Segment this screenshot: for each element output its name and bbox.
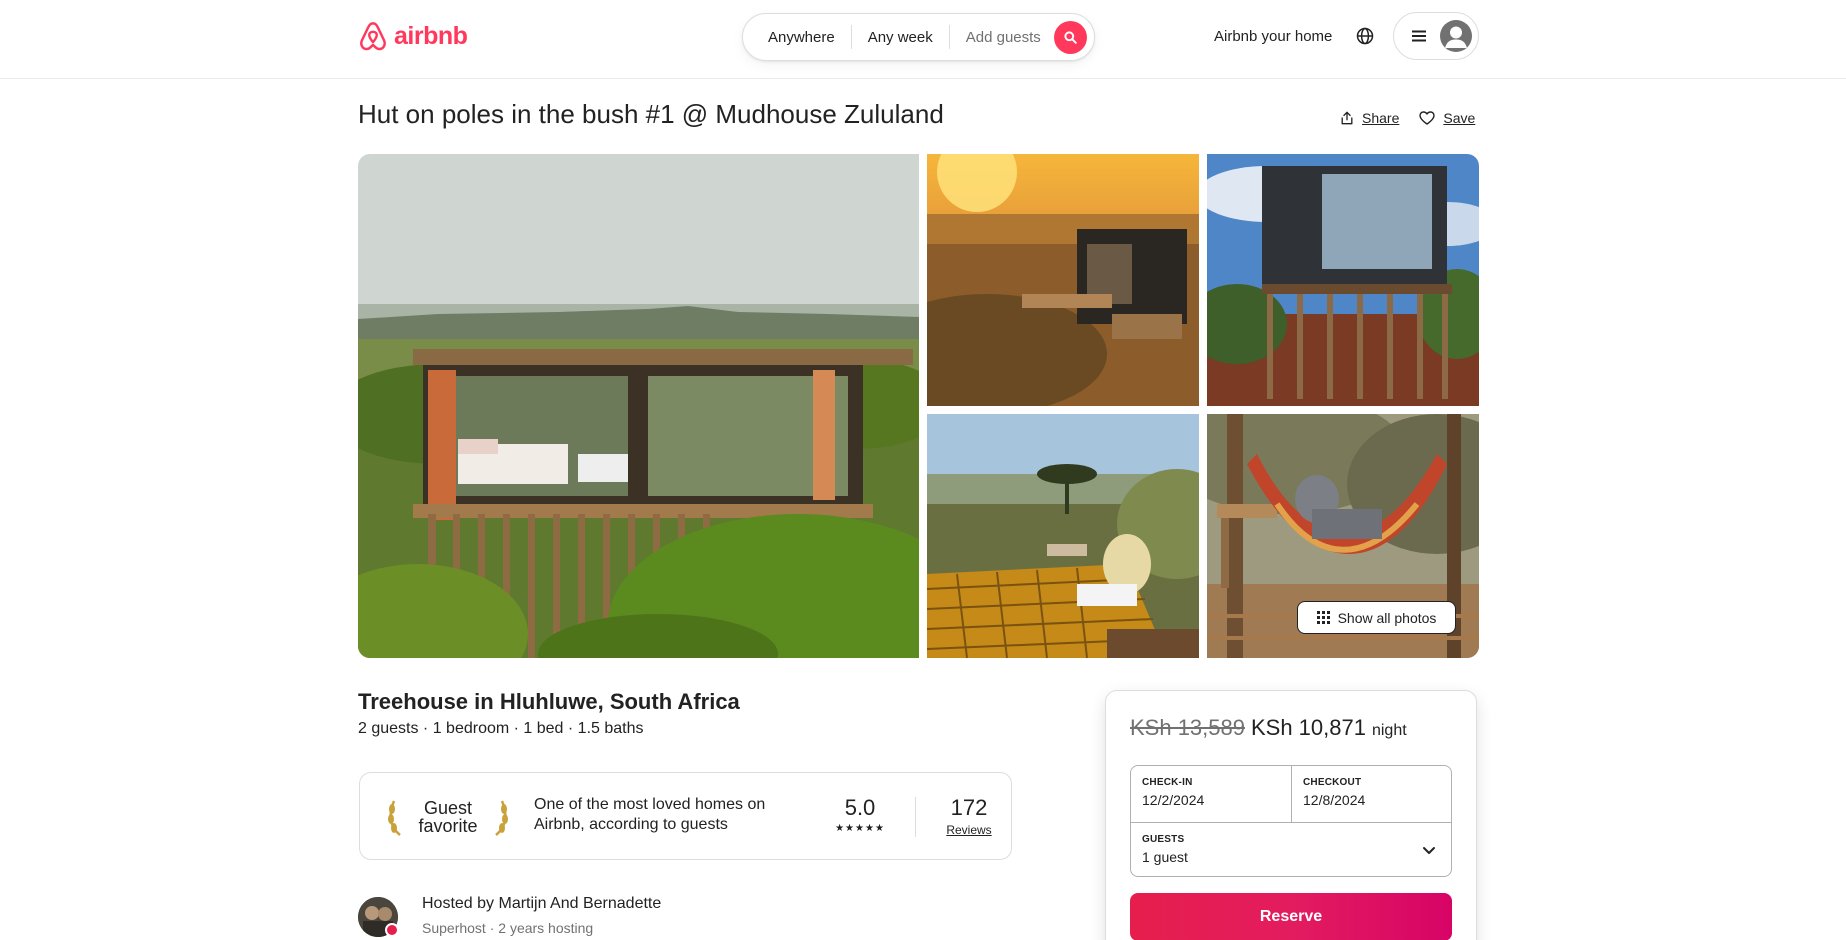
checkin-label: CHECK-IN [1142,777,1193,788]
top-header: airbnb Anywhere Any week Add guests Airb… [0,0,1846,79]
rating-value: 5.0 [844,795,876,820]
globe-icon[interactable] [1355,26,1375,46]
gallery-photo-4[interactable] [927,414,1199,658]
airbnb-logo[interactable]: airbnb [358,20,468,53]
chevron-down-icon [1423,847,1435,854]
search-add-guests[interactable]: Add guests [950,29,1057,46]
price-row: KSh 13,589 KSh 10,871 night [1130,715,1407,741]
show-all-photos-button[interactable]: Show all photos [1297,601,1456,634]
search-button[interactable] [1054,21,1087,54]
save-button[interactable]: Save [1419,110,1475,126]
host-name: Hosted by Martijn And Bernadette [422,895,662,912]
show-all-photos-label: Show all photos [1337,609,1437,626]
share-button[interactable]: Share [1340,110,1399,126]
superhost-badge-icon [385,923,399,937]
user-avatar [1440,20,1472,52]
guest-favorite-line1: Guest [423,798,473,818]
grid-dots-icon [1316,611,1330,624]
user-silhouette-icon [1445,26,1467,48]
price-unit: night [1371,722,1407,739]
date-guest-picker: CHECK-IN 12/2/2024 CHECKOUT 12/8/2024 GU… [1130,765,1452,877]
discounted-price: KSh 10,871 [1250,715,1366,740]
save-label: Save [1443,110,1476,126]
guest-favorite-badge: Guest favorite [386,795,510,839]
listing-title: Hut on poles in the bush #1 @ Mudhouse Z… [358,99,944,129]
rating-block: 5.0 ★★★★★ [830,795,890,834]
search-icon [1064,31,1077,44]
reserve-button[interactable]: Reserve [1130,893,1452,940]
photo-hut-on-poles [358,154,919,658]
photo-sunset-hut [927,154,1199,406]
heart-icon [1419,111,1436,125]
checkin-value: 12/2/2024 [1142,792,1205,808]
search-any-week[interactable]: Any week [852,29,949,46]
original-price: KSh 13,589 [1130,715,1245,740]
gallery-photo-2[interactable] [927,154,1199,406]
listing-actions: Share Save [1340,110,1475,126]
gallery-photo-3[interactable] [1207,154,1479,406]
logo-wordmark: airbnb [394,22,468,50]
guests-value: 1 guest [1142,849,1188,865]
guests-dropdown[interactable]: GUESTS 1 guest [1131,823,1453,878]
search-bar[interactable]: Anywhere Any week Add guests [742,13,1095,61]
listing-subtitle: Treehouse in Hluhluwe, South Africa [358,689,740,714]
guests-label: GUESTS [1142,834,1185,845]
photo-hut-blue-sky [1207,154,1479,406]
host-summary: Hosted by Martijn And Bernadette Superho… [358,895,858,939]
photo-relaxing-on-net [927,414,1199,658]
laurel-right-icon [495,800,508,836]
checkin-field[interactable]: CHECK-IN 12/2/2024 [1131,766,1292,822]
listing-specs: 2 guests · 1 bedroom · 1 bed · 1.5 baths [358,720,644,737]
reviews-count: 172 [950,795,988,820]
reviews-link[interactable]: Reviews [934,823,1004,837]
share-icon [1341,111,1353,125]
main-photo[interactable] [358,154,919,658]
checkout-value: 12/8/2024 [1303,792,1366,808]
hamburger-menu-icon [1412,30,1426,42]
laurel-left-icon [388,800,401,836]
airbnb-your-home-link[interactable]: Airbnb your home [1214,28,1332,45]
rating-divider [915,797,916,837]
guest-favorite-line2: favorite [418,816,478,836]
airbnb-logo-icon [360,22,386,51]
photo-gallery [358,154,1479,658]
checkout-label: CHECKOUT [1303,777,1362,788]
user-menu-button[interactable] [1393,12,1479,60]
rating-stars-icon: ★★★★★ [835,823,885,834]
share-label: Share [1362,110,1400,126]
host-meta: Superhost · 2 years hosting [422,920,594,936]
guest-favorite-label: Guest favorite [418,799,477,835]
reviews-block[interactable]: 172 Reviews [934,795,1004,837]
guest-favorite-card[interactable]: Guest favorite One of the most loved hom… [359,772,1012,860]
guest-favorite-description: One of the most loved homes on Airbnb, a… [534,796,766,833]
search-anywhere[interactable]: Anywhere [743,29,851,46]
booking-card: KSh 13,589 KSh 10,871 night CHECK-IN 12/… [1105,690,1477,940]
checkout-field[interactable]: CHECKOUT 12/8/2024 [1292,766,1453,822]
